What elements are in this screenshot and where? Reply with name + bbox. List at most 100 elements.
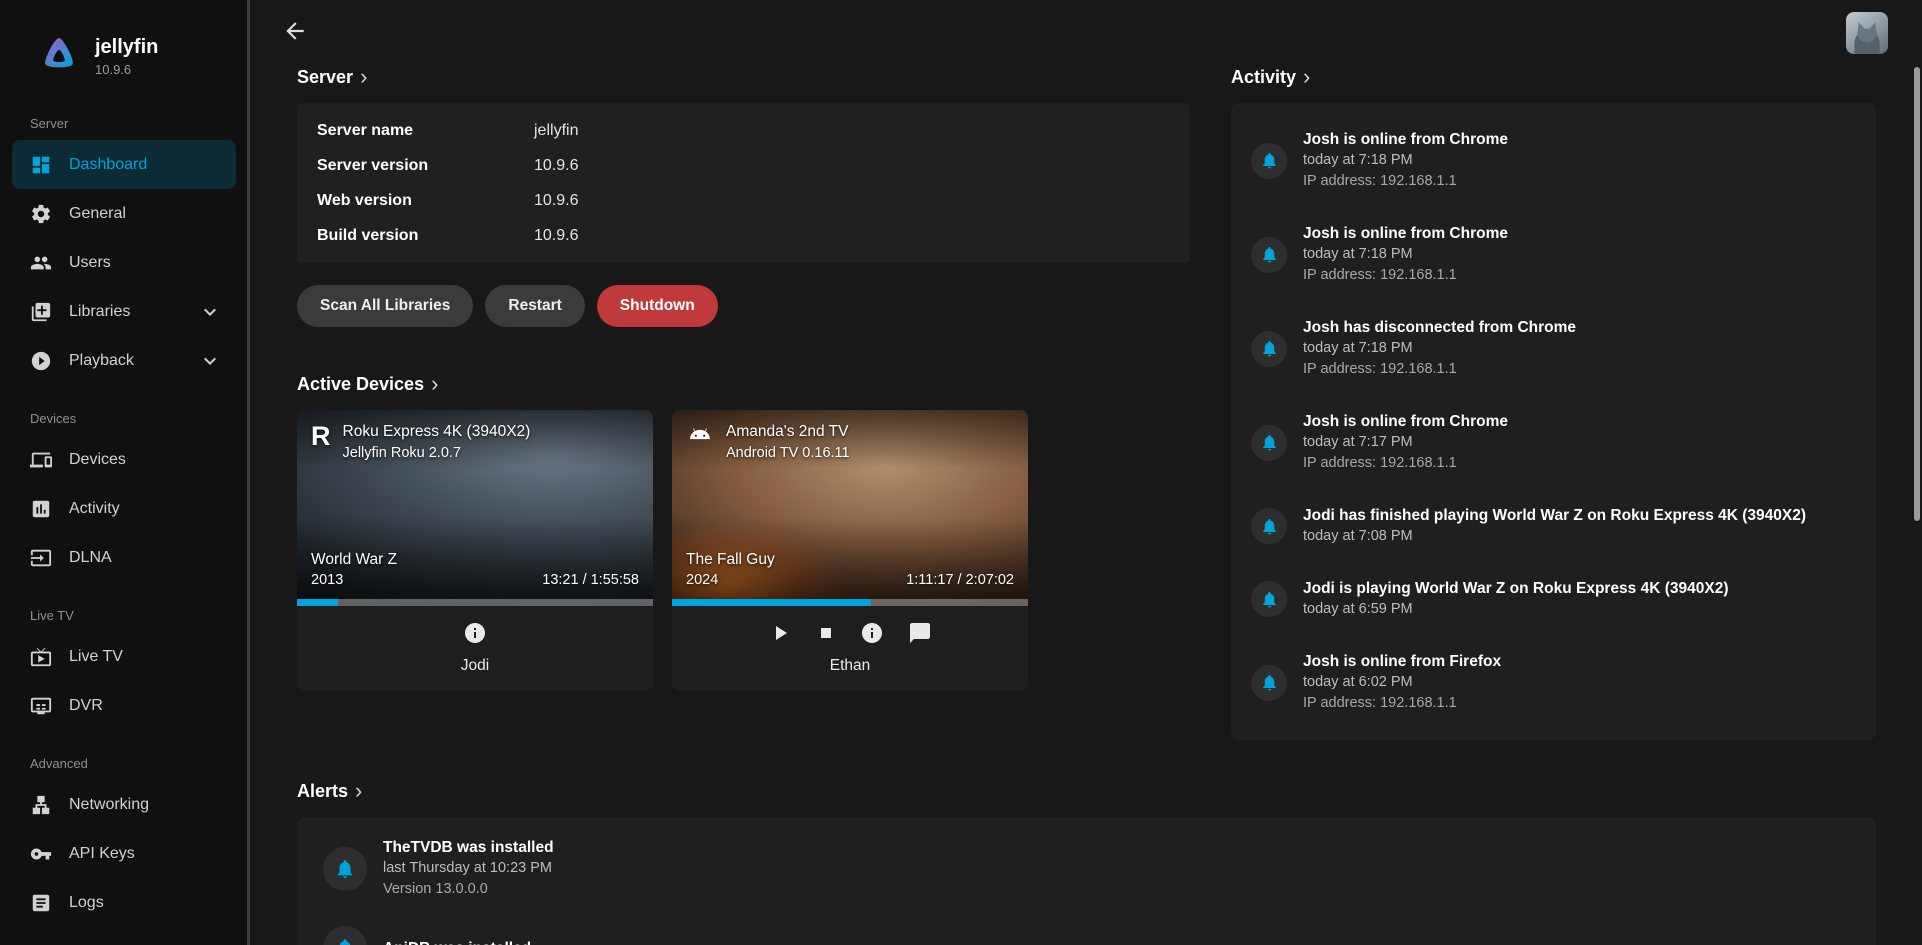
page-scrollbar[interactable] <box>1914 67 1920 521</box>
bell-icon <box>1251 665 1287 701</box>
playback-progress-bar <box>297 599 653 606</box>
play-button[interactable] <box>768 621 792 645</box>
play-circle-icon <box>30 350 52 372</box>
sidebar-item-label: General <box>69 205 126 223</box>
dvr-icon <box>30 695 52 717</box>
sidebar-section-devices: Devices <box>0 411 250 427</box>
sidebar-item-activity[interactable]: Activity <box>12 484 236 533</box>
activity-title: Josh is online from Chrome <box>1303 223 1508 244</box>
sidebar-item-label: Logs <box>69 894 104 912</box>
activity-detail: IP address: 192.168.1.1 <box>1303 453 1508 474</box>
stop-button[interactable] <box>816 623 836 643</box>
sidebar-item-general[interactable]: General <box>12 189 236 238</box>
message-button[interactable] <box>908 621 932 645</box>
server-info-row: Build version 10.9.6 <box>317 218 1170 253</box>
sidebar-item-networking[interactable]: Networking <box>12 780 236 829</box>
chevron-right-icon: › <box>1303 67 1310 87</box>
sidebar-item-logs[interactable]: Logs <box>12 878 236 927</box>
sidebar-item-dashboard[interactable]: Dashboard <box>12 140 236 189</box>
server-info-row: Server name jellyfin <box>317 113 1170 148</box>
alert-entry: AniDB was installed <box>323 926 1850 945</box>
sidebar-item-playback[interactable]: Playback <box>12 336 236 385</box>
client-app-name: Jellyfin Roku 2.0.7 <box>343 443 531 463</box>
activity-detail: IP address: 192.168.1.1 <box>1303 693 1501 714</box>
main-content: Server › Server name jellyfin Server ver… <box>250 0 1922 945</box>
sidebar-item-label: Devices <box>69 451 126 469</box>
chevron-down-icon <box>198 349 222 373</box>
chevron-down-icon <box>198 300 222 324</box>
restart-button[interactable]: Restart <box>485 285 584 327</box>
field-label: Web version <box>317 192 534 210</box>
back-button[interactable] <box>280 16 310 46</box>
jellyfin-logo-icon <box>36 33 82 79</box>
sidebar-item-users[interactable]: Libraries Users <box>12 238 236 287</box>
server-info-row: Server version 10.9.6 <box>317 148 1170 183</box>
device-name: Amanda's 2nd TV <box>726 422 850 442</box>
activity-title: Jodi has finished playing World War Z on… <box>1303 505 1806 526</box>
sidebar-item-apikeys[interactable]: API Keys <box>12 829 236 878</box>
server-section-link[interactable]: Server › <box>297 66 1190 88</box>
sidebar-item-label: Activity <box>69 500 120 518</box>
alerts-section-link[interactable]: Alerts › <box>297 780 1876 802</box>
active-device-card: R Roku Express 4K (3940X2) Jellyfin Roku… <box>297 410 653 691</box>
bell-icon <box>1251 425 1287 461</box>
app-version: 10.9.6 <box>95 62 158 77</box>
alerts-section: Alerts › TheTVDB was installed last Thur… <box>297 780 1876 945</box>
session-user-name: Ethan <box>672 657 1028 675</box>
bell-icon <box>323 926 367 945</box>
client-app-name: Android TV 0.16.11 <box>726 443 850 463</box>
info-button[interactable] <box>860 621 884 645</box>
media-title: The Fall Guy <box>686 550 775 570</box>
info-button[interactable] <box>463 621 487 645</box>
logs-icon <box>30 892 52 914</box>
sidebar-item-label: Libraries <box>69 303 130 321</box>
shutdown-button[interactable]: Shutdown <box>597 285 718 327</box>
sidebar-item-dlna[interactable]: DLNA <box>12 533 236 582</box>
sidebar: jellyfin 10.9.6 Server Dashboard General… <box>0 0 250 945</box>
field-value: 10.9.6 <box>534 227 1170 245</box>
key-icon <box>30 843 52 865</box>
sidebar-item-libraries[interactable]: Libraries <box>12 287 236 336</box>
media-year: 2013 <box>311 571 397 590</box>
playback-progress-fill <box>672 599 871 606</box>
active-devices-section-link[interactable]: Active Devices › <box>297 373 1190 395</box>
activity-detail: IP address: 192.168.1.1 <box>1303 359 1576 380</box>
activity-entry: Josh is online from Firefox today at 6:0… <box>1251 651 1856 714</box>
chevron-right-icon: › <box>355 781 362 801</box>
activity-detail: IP address: 192.168.1.1 <box>1303 171 1508 192</box>
sidebar-section-server: Server <box>0 116 250 132</box>
alert-title: AniDB was installed <box>383 938 531 945</box>
field-label: Build version <box>317 227 534 245</box>
bell-icon <box>1251 581 1287 617</box>
field-label: Server version <box>317 157 534 175</box>
gear-icon <box>30 203 52 225</box>
now-playing-backdrop: R Roku Express 4K (3940X2) Jellyfin Roku… <box>297 410 653 606</box>
sidebar-section-advanced: Advanced <box>0 756 250 772</box>
scan-all-libraries-button[interactable]: Scan All Libraries <box>297 285 473 327</box>
activity-title: Josh is online from Chrome <box>1303 411 1508 432</box>
sidebar-item-dvr[interactable]: DVR <box>12 681 236 730</box>
activity-column: Activity › Josh is online from Chrome to… <box>1231 66 1876 740</box>
activity-time: today at 7:18 PM <box>1303 244 1508 265</box>
sidebar-item-label: DVR <box>69 697 103 715</box>
sidebar-section-livetv: Live TV <box>0 608 250 624</box>
activity-entry: Josh is online from Chrome today at 7:18… <box>1251 129 1856 192</box>
dashboard-icon <box>30 154 52 176</box>
sidebar-item-label: Live TV <box>69 648 123 666</box>
sidebar-item-devices[interactable]: Devices <box>12 435 236 484</box>
activity-title: Josh has disconnected from Chrome <box>1303 317 1576 338</box>
activity-time: today at 6:02 PM <box>1303 672 1501 693</box>
dashboard-left-column: Server › Server name jellyfin Server ver… <box>297 66 1190 691</box>
bell-icon <box>1251 237 1287 273</box>
activity-section-link[interactable]: Activity › <box>1231 66 1876 88</box>
activity-entry: Jodi has finished playing World War Z on… <box>1251 505 1856 547</box>
user-avatar[interactable] <box>1846 12 1888 54</box>
activity-time: today at 7:18 PM <box>1303 150 1508 171</box>
now-playing-backdrop: Amanda's 2nd TV Android TV 0.16.11 The F… <box>672 410 1028 606</box>
sidebar-item-label: DLNA <box>69 549 112 567</box>
activity-chart-icon <box>30 498 52 520</box>
sidebar-item-livetv[interactable]: Live TV <box>12 632 236 681</box>
field-value: jellyfin <box>534 122 1170 140</box>
alerts-card: TheTVDB was installed last Thursday at 1… <box>297 817 1876 945</box>
sidebar-item-label: API Keys <box>69 845 135 863</box>
